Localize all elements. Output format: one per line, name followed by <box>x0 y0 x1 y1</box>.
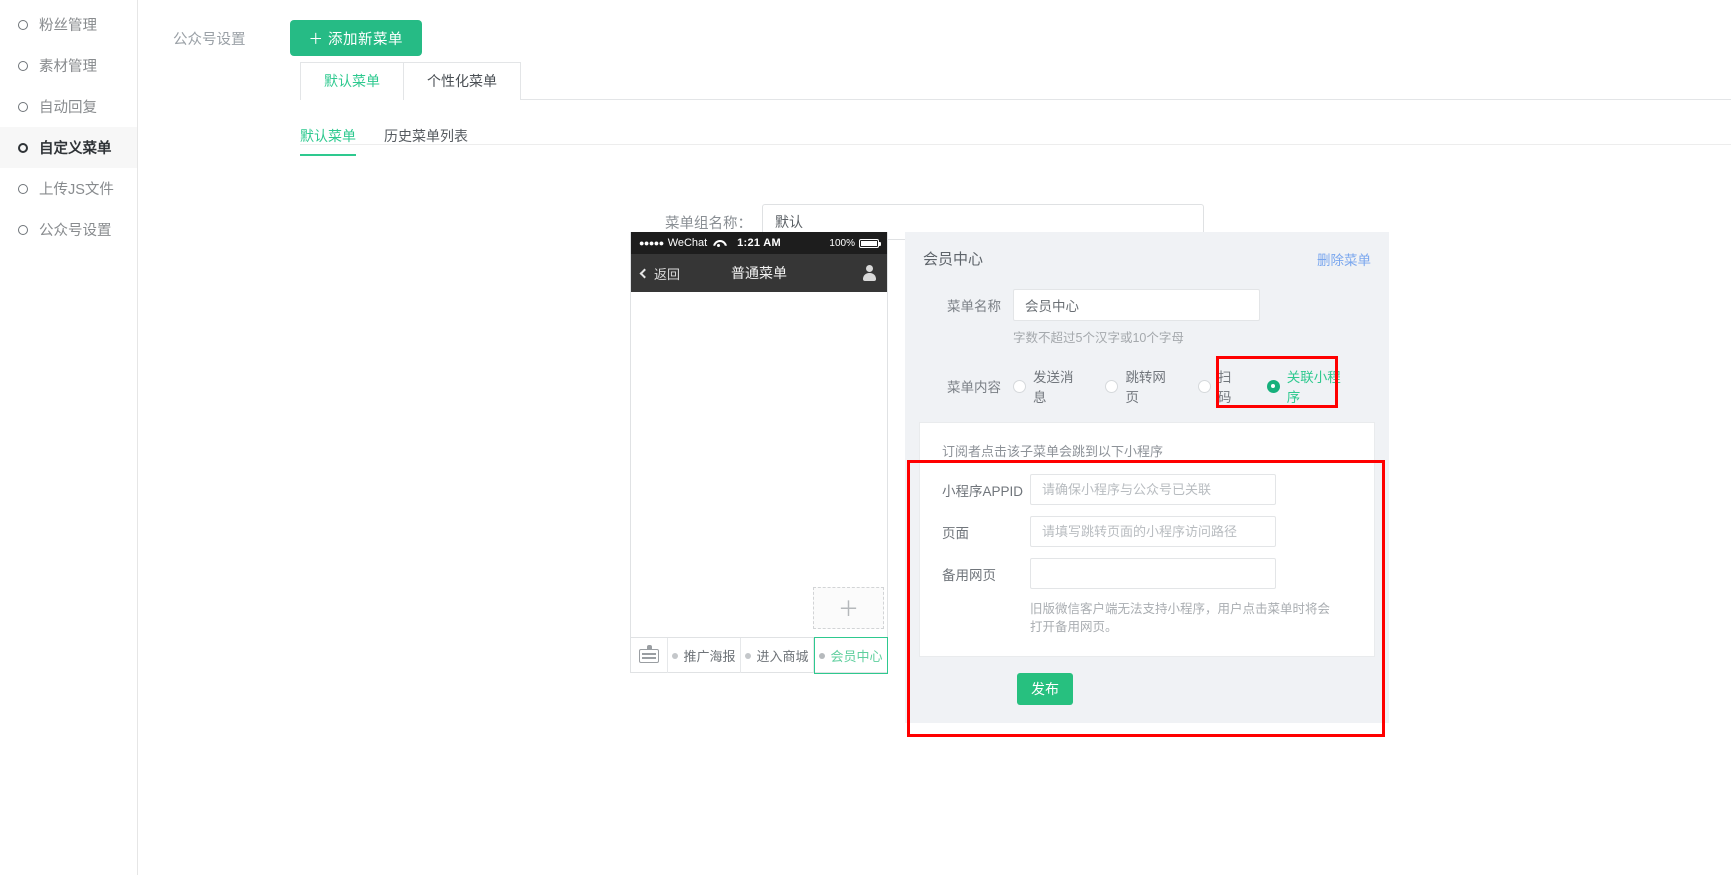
battery-icon <box>859 238 881 248</box>
appid-label: 小程序APPID <box>942 483 1024 499</box>
phone-body: ＋ <box>631 292 887 637</box>
menu-name-input[interactable] <box>1013 289 1260 321</box>
page-label: 页面 <box>942 525 969 541</box>
sidebar: 粉丝管理 素材管理 自动回复 自定义菜单 上传JS文件 公众号设置 <box>0 0 138 875</box>
menu-item-member-center[interactable]: 会员中心 <box>814 637 888 674</box>
fallback-note: 旧版微信客户端无法支持小程序，用户点击菜单时将会打开备用网页。 <box>1030 602 1331 634</box>
toolbar: 公众号设置 ＋ 添加新菜单 <box>138 0 1731 62</box>
page-row: 页面 <box>920 516 1374 547</box>
battery-percent: 100% <box>829 237 855 249</box>
circle-icon <box>18 101 28 112</box>
radio-icon <box>1266 379 1280 393</box>
fallback-input[interactable] <box>1030 558 1276 589</box>
phone-nav-bar: 返回 普通菜单 <box>631 254 887 292</box>
appid-input[interactable] <box>1030 474 1276 505</box>
divider <box>300 144 1731 145</box>
sidebar-item-upload-js[interactable]: 上传JS文件 <box>0 168 137 209</box>
sidebar-item-label: 公众号设置 <box>39 223 112 239</box>
delete-menu-link[interactable]: 删除菜单 <box>1317 249 1371 269</box>
publish-button[interactable]: 发布 <box>1017 673 1073 705</box>
sidebar-item-label: 自动回复 <box>39 100 97 116</box>
sidebar-item-account-settings[interactable]: 公众号设置 <box>0 209 137 250</box>
app-root: 粉丝管理 素材管理 自动回复 自定义菜单 上传JS文件 公众号设置 公众号设置 … <box>0 0 1731 875</box>
menu-group-label: 菜单组名称： <box>665 215 752 232</box>
menu-name-row: 菜单名称 <box>905 289 1389 321</box>
miniprogram-form: 订阅者点击该子菜单会跳到以下小程序 小程序APPID 页面 备用网页 <box>919 422 1375 657</box>
publish-row: 发布 <box>905 657 1389 711</box>
sidebar-item-label: 上传JS文件 <box>39 182 114 198</box>
keyboard-icon <box>639 644 659 663</box>
circle-icon <box>18 19 28 30</box>
radio-icon <box>1013 379 1026 393</box>
radio-label: 扫码 <box>1217 370 1232 405</box>
menu-content-label: 菜单内容 <box>947 380 1001 395</box>
sidebar-item-label: 素材管理 <box>39 59 97 75</box>
radio-icon <box>1197 379 1211 393</box>
avatar-icon[interactable] <box>862 265 877 281</box>
sidebar-item-autoreply[interactable]: 自动回复 <box>0 86 137 127</box>
radio-link-miniprogram[interactable]: 关联小程序 <box>1266 366 1343 406</box>
phone-status-bar: ●●●●● WeChat 1:21 AM 100% <box>631 232 887 254</box>
page-title: 公众号设置 <box>173 31 246 48</box>
radio-open-webpage[interactable]: 跳转网页 <box>1105 366 1169 406</box>
menu-config-panel: 会员中心 删除菜单 菜单名称 字数不超过5个汉字或10个字母 菜单内容 发送消息 <box>905 232 1389 737</box>
bullet-icon <box>672 652 679 659</box>
menu-content-row: 菜单内容 发送消息 跳转网页 扫码 关联小程序 <box>905 356 1389 408</box>
phone-nav-title: 普通菜单 <box>731 265 787 281</box>
menu-item-shop[interactable]: 进入商城 <box>741 638 814 673</box>
tab-personalized-menu[interactable]: 个性化菜单 <box>403 62 521 100</box>
bullet-icon <box>745 652 752 659</box>
bullet-icon <box>819 652 826 659</box>
sidebar-item-fans[interactable]: 粉丝管理 <box>0 4 137 45</box>
menu-item-label: 推广海报 <box>683 649 736 664</box>
radio-label: 发送消息 <box>1033 370 1074 405</box>
subtab-history-list[interactable]: 历史菜单列表 <box>384 126 468 156</box>
tab-bar: 默认菜单 个性化菜单 <box>300 62 1731 100</box>
config-title: 会员中心 <box>923 251 984 268</box>
menu-item-label: 会员中心 <box>830 649 883 664</box>
page-input[interactable] <box>1030 516 1276 547</box>
radio-icon <box>1105 379 1119 393</box>
circle-icon <box>18 183 28 194</box>
fallback-row: 备用网页 <box>920 558 1374 589</box>
sidebar-item-material[interactable]: 素材管理 <box>0 45 137 86</box>
radio-scan-code[interactable]: 扫码 <box>1197 366 1239 406</box>
circle-icon <box>18 224 28 235</box>
appid-row: 小程序APPID <box>920 474 1374 505</box>
menu-name-hint: 字数不超过5个汉字或10个字母 <box>1013 331 1184 345</box>
miniprogram-lead-text: 订阅者点击该子菜单会跳到以下小程序 <box>942 444 1164 459</box>
config-header: 会员中心 删除菜单 <box>905 232 1389 281</box>
phone-menu-bar: 推广海报 进入商城 会员中心 <box>631 637 888 674</box>
fallback-label: 备用网页 <box>942 567 996 583</box>
phone-preview: ●●●●● WeChat 1:21 AM 100% 返回 普通菜单 ＋ 推广海报… <box>630 232 888 674</box>
subtab-default-menu[interactable]: 默认菜单 <box>300 126 356 156</box>
menu-item-label: 进入商城 <box>756 649 809 664</box>
main-content: 公众号设置 ＋ 添加新菜单 默认菜单 个性化菜单 默认菜单 历史菜单列表 菜单组… <box>138 0 1731 875</box>
sidebar-item-label: 粉丝管理 <box>39 18 97 34</box>
sidebar-item-label: 自定义菜单 <box>39 141 112 157</box>
radio-send-message[interactable]: 发送消息 <box>1013 366 1077 406</box>
menu-name-label: 菜单名称 <box>947 299 1001 314</box>
tab-default-menu[interactable]: 默认菜单 <box>300 62 404 100</box>
circle-icon <box>18 142 28 153</box>
add-menu-button[interactable]: ＋ 添加新菜单 <box>289 20 423 56</box>
keyboard-toggle[interactable] <box>631 638 668 673</box>
radio-label: 跳转网页 <box>1125 370 1166 405</box>
menu-editor: ●●●●● WeChat 1:21 AM 100% 返回 普通菜单 ＋ 推广海报… <box>630 232 1389 737</box>
menu-item-poster[interactable]: 推广海报 <box>668 638 741 673</box>
circle-icon <box>18 60 28 71</box>
radio-label: 关联小程序 <box>1286 370 1341 405</box>
sub-tab-bar: 默认菜单 历史菜单列表 <box>300 126 468 156</box>
add-submenu-button[interactable]: ＋ <box>813 587 884 629</box>
sidebar-item-custom-menu[interactable]: 自定义菜单 <box>0 127 137 168</box>
